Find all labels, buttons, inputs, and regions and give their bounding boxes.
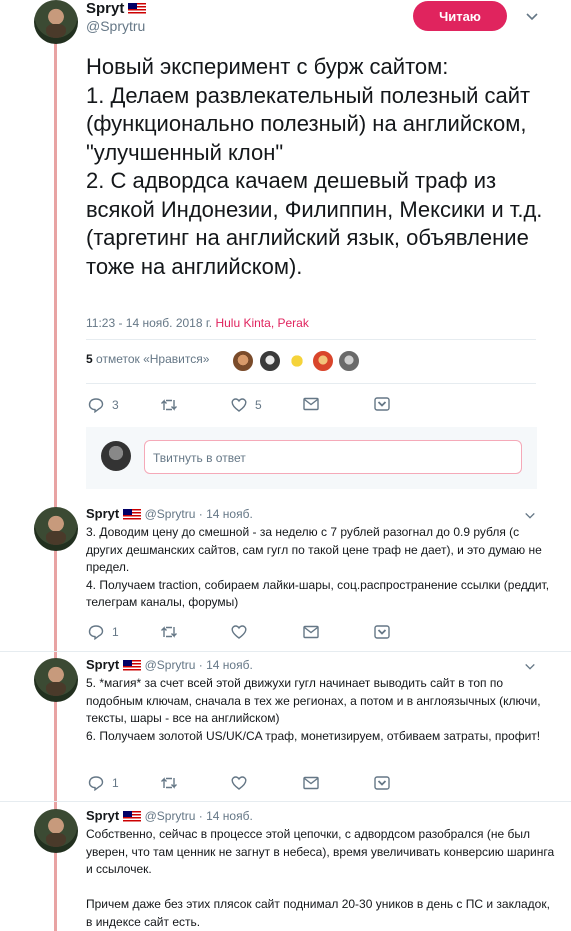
reply-text: Собственно, сейчас в процессе этой цепоч… (86, 827, 555, 929)
retweet-icon (161, 626, 177, 638)
chevron-box-icon (374, 776, 390, 790)
reply-button[interactable]: 1 (88, 624, 119, 640)
follow-button[interactable]: Читаю (413, 1, 507, 31)
reply-handle[interactable]: @Sprytru (145, 507, 196, 521)
malaysia-flag-icon (123, 660, 142, 672)
timestamp-time[interactable]: 11:23 - 14 нояб. 2018 г. (86, 316, 212, 330)
chevron-down-icon[interactable] (524, 510, 538, 524)
like-button[interactable] (231, 624, 247, 640)
envelope-icon (303, 397, 319, 411)
reply-handle[interactable]: @Sprytru (145, 658, 196, 672)
retweet-button[interactable] (160, 775, 178, 791)
author-name[interactable]: Spryt (86, 0, 147, 18)
reply-text: 5. *магия* за счет всей этой движухи гуг… (86, 676, 541, 743)
more-actions-button[interactable] (374, 397, 390, 411)
thread-connector-line (54, 40, 57, 931)
tweet-location[interactable]: Hulu Kinta, Perak (215, 316, 308, 330)
reply-header: Spryt @Sprytru · 14 нояб. (86, 506, 253, 521)
likes-summary[interactable]: 5 отметок «Нравится» (86, 352, 209, 366)
tweet-timestamp: 11:23 - 14 нояб. 2018 г. Hulu Kinta, Per… (86, 316, 309, 330)
reply-date[interactable]: 14 нояб. (206, 809, 253, 823)
divider (86, 339, 536, 340)
reply-date[interactable]: 14 нояб. (206, 507, 253, 521)
reply-button[interactable]: 3 (88, 397, 119, 413)
chevron-box-icon (374, 625, 390, 639)
divider (86, 383, 536, 384)
retweet-button[interactable] (160, 397, 186, 413)
likes-count: 5 (86, 352, 93, 366)
divider (0, 651, 571, 652)
reply-button[interactable]: 1 (88, 775, 119, 791)
reply-icon (88, 625, 104, 640)
reply-count: 1 (112, 776, 119, 790)
envelope-icon (303, 776, 319, 790)
liker-avatar[interactable] (232, 350, 254, 372)
chevron-down-icon[interactable] (524, 661, 538, 675)
divider (0, 801, 571, 802)
likes-label: отметок «Нравится» (96, 352, 210, 366)
heart-icon (231, 776, 247, 790)
avatar[interactable] (34, 658, 78, 702)
reply-date[interactable]: 14 нояб. (206, 658, 253, 672)
liker-avatar[interactable] (312, 350, 334, 372)
like-count: 5 (255, 398, 262, 412)
liker-avatar[interactable] (259, 350, 281, 372)
display-name[interactable]: Spryt (86, 0, 124, 17)
display-name[interactable]: Spryt (86, 808, 119, 823)
reply-text: 3. Доводим цену до смешной - за неделю с… (86, 525, 550, 610)
more-actions-button[interactable] (374, 776, 390, 790)
display-name[interactable]: Spryt (86, 657, 119, 672)
reply-count: 1 (112, 625, 119, 639)
reply-count: 3 (112, 398, 119, 412)
heart-icon (231, 625, 247, 639)
reply-header: Spryt @Sprytru · 14 нояб. (86, 657, 253, 672)
reply-header: Spryt @Sprytru · 14 нояб. (86, 808, 253, 823)
direct-message-button[interactable] (303, 397, 319, 411)
avatar[interactable] (34, 507, 78, 551)
display-name[interactable]: Spryt (86, 506, 119, 521)
retweet-button[interactable] (160, 624, 178, 640)
envelope-icon (303, 625, 319, 639)
more-actions-button[interactable] (374, 625, 390, 639)
reply-icon (88, 776, 104, 791)
retweet-icon (161, 399, 177, 411)
direct-message-button[interactable] (303, 625, 319, 639)
reply-handle[interactable]: @Sprytru (145, 809, 196, 823)
avatar[interactable] (34, 809, 78, 853)
chevron-box-icon (374, 397, 390, 411)
chevron-down-icon[interactable] (525, 10, 539, 24)
direct-message-button[interactable] (303, 776, 319, 790)
retweet-icon (161, 777, 177, 789)
malaysia-flag-icon (123, 509, 142, 521)
reply-icon (88, 398, 104, 413)
liker-avatar[interactable] (286, 350, 308, 372)
author-handle[interactable]: @Sprytru (86, 18, 145, 34)
current-user-avatar (101, 441, 131, 471)
heart-icon (231, 398, 247, 412)
tweet-text: Новый эксперимент с бурж сайтом: 1. Дела… (86, 54, 543, 279)
malaysia-flag-icon (128, 3, 147, 15)
reply-input[interactable]: Твитнуть в ответ (144, 440, 522, 474)
malaysia-flag-icon (123, 811, 142, 823)
avatar[interactable] (34, 0, 78, 44)
liker-avatar[interactable] (338, 350, 360, 372)
like-button[interactable] (231, 775, 247, 791)
like-button[interactable]: 5 (231, 397, 262, 413)
